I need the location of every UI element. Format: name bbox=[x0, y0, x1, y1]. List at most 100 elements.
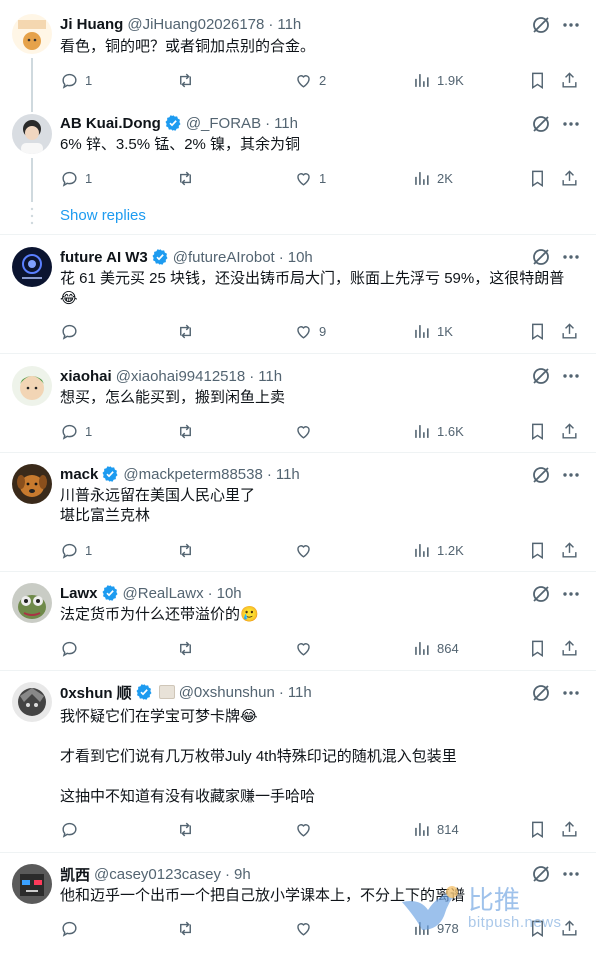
avatar[interactable] bbox=[12, 583, 52, 623]
retweet-button[interactable] bbox=[176, 166, 195, 190]
like-button[interactable]: 2 bbox=[294, 68, 326, 92]
bookmark-button[interactable] bbox=[528, 538, 547, 562]
reply-count: 1 bbox=[85, 170, 93, 186]
display-name[interactable]: mack bbox=[60, 466, 98, 483]
user-handle[interactable]: @futureAIrobot bbox=[173, 249, 275, 266]
user-handle[interactable]: @_FORAB bbox=[186, 115, 261, 132]
bookmark-button[interactable] bbox=[528, 166, 547, 190]
user-handle[interactable]: @mackpeterm88538 bbox=[123, 466, 262, 483]
display-name[interactable]: Ji Huang bbox=[60, 16, 123, 33]
views-button[interactable]: 1.9K bbox=[412, 68, 464, 92]
user-handle[interactable]: @xiaohai99412518 bbox=[116, 368, 246, 385]
like-button[interactable] bbox=[294, 419, 313, 443]
share-button[interactable] bbox=[560, 419, 579, 443]
bookmark-button[interactable] bbox=[528, 636, 547, 660]
like-button[interactable] bbox=[294, 636, 313, 660]
bookmark-button[interactable] bbox=[528, 68, 547, 92]
more-options-icon[interactable] bbox=[560, 113, 582, 135]
show-replies-link[interactable]: Show replies bbox=[60, 207, 146, 224]
bookmark-button[interactable] bbox=[528, 419, 547, 443]
retweet-button[interactable] bbox=[176, 319, 195, 343]
avatar[interactable] bbox=[12, 366, 52, 406]
share-button[interactable] bbox=[560, 538, 579, 562]
like-button[interactable]: 9 bbox=[294, 319, 326, 343]
retweet-button[interactable] bbox=[176, 916, 195, 940]
timestamp[interactable]: 11h bbox=[288, 684, 312, 701]
grok-icon[interactable] bbox=[530, 464, 552, 486]
share-button[interactable] bbox=[560, 68, 579, 92]
more-options-icon[interactable] bbox=[560, 246, 582, 268]
tweet-ji-huang[interactable]: Ji Huang @JiHuang02026178 · 11h 看色，铜的吧？或… bbox=[0, 0, 596, 104]
grok-icon[interactable] bbox=[530, 246, 552, 268]
bookmark-button[interactable] bbox=[528, 817, 547, 841]
avatar[interactable] bbox=[12, 14, 52, 54]
avatar[interactable] bbox=[12, 682, 52, 722]
tweet-xiaohai[interactable]: xiaohai @xiaohai99412518 · 11h 想买，怎么能买到，… bbox=[0, 354, 596, 453]
timestamp[interactable]: 11h bbox=[258, 368, 282, 385]
tweet-future-ai-w3[interactable]: future AI W3 @futureAIrobot · 10h 花 61 美… bbox=[0, 235, 596, 354]
share-button[interactable] bbox=[560, 319, 579, 343]
share-button[interactable] bbox=[560, 817, 579, 841]
avatar[interactable] bbox=[12, 114, 52, 154]
views-button[interactable]: 1K bbox=[412, 319, 453, 343]
like-button[interactable] bbox=[294, 538, 313, 562]
retweet-button[interactable] bbox=[176, 419, 195, 443]
more-options-icon[interactable] bbox=[560, 682, 582, 704]
display-name[interactable]: xiaohai bbox=[60, 368, 112, 385]
user-handle[interactable]: @JiHuang02026178 bbox=[127, 16, 264, 33]
bookmark-button[interactable] bbox=[528, 319, 547, 343]
avatar[interactable] bbox=[12, 247, 52, 287]
reply-button[interactable]: 1 bbox=[60, 166, 92, 190]
retweet-button[interactable] bbox=[176, 817, 195, 841]
display-name[interactable]: Lawx bbox=[60, 585, 98, 602]
views-button[interactable]: 814 bbox=[412, 817, 459, 841]
retweet-button[interactable] bbox=[176, 636, 195, 660]
share-button[interactable] bbox=[560, 166, 579, 190]
timestamp[interactable]: 11h bbox=[274, 115, 298, 132]
avatar[interactable] bbox=[12, 864, 52, 904]
grok-icon[interactable] bbox=[530, 113, 552, 135]
more-options-icon[interactable] bbox=[560, 14, 582, 36]
display-name[interactable]: future AI W3 bbox=[60, 249, 148, 266]
views-button[interactable]: 864 bbox=[412, 636, 459, 660]
reply-button[interactable] bbox=[60, 817, 79, 841]
like-button[interactable] bbox=[294, 916, 313, 940]
user-handle[interactable]: @RealLawx bbox=[123, 585, 204, 602]
more-options-icon[interactable] bbox=[560, 464, 582, 486]
views-button[interactable]: 2K bbox=[412, 166, 453, 190]
timestamp[interactable]: 10h bbox=[217, 585, 242, 602]
reply-button[interactable]: 1 bbox=[60, 419, 92, 443]
views-button[interactable]: 1.6K bbox=[412, 419, 464, 443]
like-button[interactable]: 1 bbox=[294, 166, 326, 190]
more-options-icon[interactable] bbox=[560, 365, 582, 387]
avatar[interactable] bbox=[12, 464, 52, 504]
reply-button[interactable]: 1 bbox=[60, 68, 92, 92]
user-handle[interactable]: @0xshunshun bbox=[179, 684, 275, 701]
tweet-0xshun[interactable]: 0xshun 顺 @0xshunshun · 11h 我怀疑它们在学宝可梦卡牌😂… bbox=[0, 671, 596, 853]
timestamp[interactable]: 11h bbox=[277, 16, 301, 33]
user-handle[interactable]: @casey0123casey bbox=[94, 866, 221, 883]
reply-button[interactable] bbox=[60, 319, 79, 343]
display-name[interactable]: 凯西 bbox=[60, 864, 90, 885]
tweet-ab-kuai-dong[interactable]: AB Kuai.Dong @_FORAB · 11h 6% 锌、3.5% 锰、2… bbox=[0, 104, 596, 202]
share-button[interactable] bbox=[560, 636, 579, 660]
retweet-button[interactable] bbox=[176, 68, 195, 92]
timestamp[interactable]: 10h bbox=[288, 249, 313, 266]
reply-button[interactable] bbox=[60, 916, 79, 940]
more-options-icon[interactable] bbox=[560, 583, 582, 605]
tweet-mack[interactable]: mack @mackpeterm88538 · 11h 川普永远留在美国人民心里… bbox=[0, 453, 596, 572]
timestamp[interactable]: 11h bbox=[276, 466, 300, 483]
grok-icon[interactable] bbox=[530, 583, 552, 605]
retweet-button[interactable] bbox=[176, 538, 195, 562]
grok-icon[interactable] bbox=[530, 682, 552, 704]
reply-button[interactable] bbox=[60, 636, 79, 660]
grok-icon[interactable] bbox=[530, 365, 552, 387]
reply-button[interactable]: 1 bbox=[60, 538, 92, 562]
views-button[interactable]: 1.2K bbox=[412, 538, 464, 562]
tweet-lawx[interactable]: Lawx @RealLawx · 10h 法定货币为什么还带溢价的🥲 864 bbox=[0, 572, 596, 671]
display-name[interactable]: 0xshun 顺 bbox=[60, 682, 132, 703]
like-button[interactable] bbox=[294, 817, 313, 841]
display-name[interactable]: AB Kuai.Dong bbox=[60, 115, 161, 132]
grok-icon[interactable] bbox=[530, 14, 552, 36]
timestamp[interactable]: 9h bbox=[234, 866, 251, 883]
